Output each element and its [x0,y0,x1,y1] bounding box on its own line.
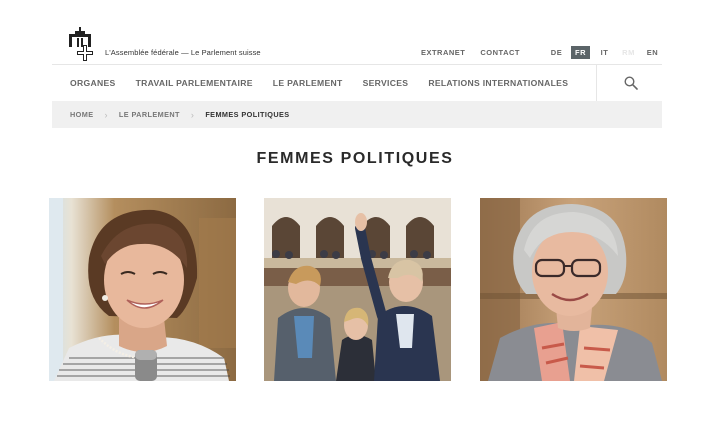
nav-relations-internationales[interactable]: RELATIONS INTERNATIONALES [428,78,568,88]
nav-le-parlement[interactable]: LE PARLEMENT [273,78,343,88]
lang-it[interactable]: IT [595,46,614,59]
contact-link[interactable]: CONTACT [480,48,520,57]
search-icon[interactable] [624,76,638,90]
language-switcher: DE FR IT RM EN [542,46,662,59]
portrait-image-1[interactable] [49,198,236,381]
breadcrumb: HOME › LE PARLEMENT › FEMMES POLITIQUES [52,101,662,128]
breadcrumb-le-parlement[interactable]: LE PARLEMENT [119,110,180,119]
chevron-right-icon: › [190,109,195,120]
portrait-card-2[interactable] [264,198,451,381]
portrait-image-3[interactable] [480,198,667,381]
nav-travail-parlementaire[interactable]: TRAVAIL PARLEMENTAIRE [136,78,253,88]
portrait-card-1[interactable] [49,198,236,381]
extranet-link[interactable]: EXTRANET [421,48,465,57]
lang-rm[interactable]: RM [619,46,638,59]
lang-de[interactable]: DE [547,46,566,59]
portrait-image-2[interactable] [264,198,451,381]
portrait-card-3[interactable] [480,198,667,381]
nav-services[interactable]: SERVICES [363,78,409,88]
page-title: FEMMES POLITIQUES [256,150,454,167]
main-nav: ORGANES TRAVAIL PARLEMENTAIRE LE PARLEME… [52,64,662,102]
nav-organes[interactable]: ORGANES [70,78,116,88]
breadcrumb-home[interactable]: HOME [70,110,94,119]
search-button[interactable] [596,65,662,102]
lang-en[interactable]: EN [643,46,662,59]
breadcrumb-current: FEMMES POLITIQUES [205,110,290,119]
top-links: EXTRANET CONTACT DE FR IT RM EN [421,46,662,59]
brand-text: L'Assemblée fédérale — Le Parlement suis… [105,48,261,57]
chevron-right-icon: › [104,109,108,120]
parliament-logo[interactable] [69,27,97,61]
site-header: L'Assemblée fédérale — Le Parlement suis… [52,0,662,64]
lang-fr[interactable]: FR [571,46,590,59]
